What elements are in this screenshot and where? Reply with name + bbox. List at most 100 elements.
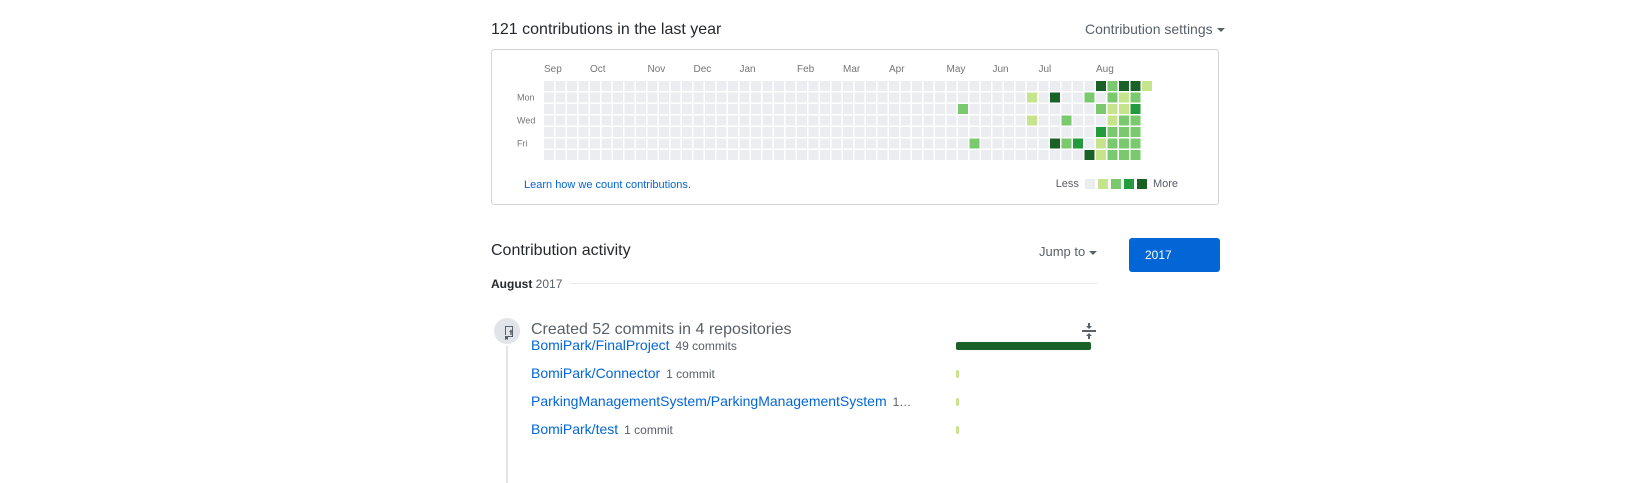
day-cell[interactable] xyxy=(1073,92,1083,103)
day-cell[interactable] xyxy=(1107,127,1118,137)
day-cell[interactable] xyxy=(693,138,704,149)
day-cell[interactable] xyxy=(1004,115,1014,126)
day-cell[interactable] xyxy=(1107,92,1118,103)
day-cell[interactable] xyxy=(601,104,612,114)
day-cell[interactable] xyxy=(544,104,554,114)
day-cell[interactable] xyxy=(624,127,635,137)
day-cell[interactable] xyxy=(555,138,566,149)
day-cell[interactable] xyxy=(992,92,1003,103)
day-cell[interactable] xyxy=(659,104,669,114)
day-cell[interactable] xyxy=(1038,127,1049,137)
day-cell[interactable] xyxy=(774,81,784,91)
day-cell[interactable] xyxy=(889,104,899,114)
day-cell[interactable] xyxy=(992,127,1003,137)
day-cell[interactable] xyxy=(1038,104,1049,114)
day-cell[interactable] xyxy=(567,138,577,149)
day-cell[interactable] xyxy=(1027,150,1037,160)
day-cell[interactable] xyxy=(1061,81,1072,91)
day-cell[interactable] xyxy=(992,150,1003,160)
day-cell[interactable] xyxy=(578,138,589,149)
day-cell[interactable] xyxy=(900,104,911,114)
day-cell[interactable] xyxy=(866,127,876,137)
day-cell[interactable] xyxy=(636,104,646,114)
day-cell[interactable] xyxy=(935,92,945,103)
day-cell[interactable] xyxy=(1142,81,1152,91)
day-cell[interactable] xyxy=(1084,127,1095,137)
repo-link[interactable]: ParkingManagementSystem/ParkingManagemen… xyxy=(531,393,887,409)
day-cell[interactable] xyxy=(866,138,876,149)
day-cell[interactable] xyxy=(877,150,888,160)
day-cell[interactable] xyxy=(647,92,658,103)
day-cell[interactable] xyxy=(751,127,761,137)
repo-link[interactable]: BomiPark/test xyxy=(531,421,618,437)
day-cell[interactable] xyxy=(1119,92,1129,103)
day-cell[interactable] xyxy=(728,81,738,91)
day-cell[interactable] xyxy=(992,138,1003,149)
day-cell[interactable] xyxy=(544,92,554,103)
day-cell[interactable] xyxy=(624,92,635,103)
day-cell[interactable] xyxy=(693,92,704,103)
day-cell[interactable] xyxy=(578,127,589,137)
day-cell[interactable] xyxy=(544,81,554,91)
contribution-settings-dropdown[interactable]: Contribution settings xyxy=(1085,21,1225,37)
day-cell[interactable] xyxy=(1027,104,1037,114)
day-cell[interactable] xyxy=(820,92,830,103)
day-cell[interactable] xyxy=(716,115,727,126)
day-cell[interactable] xyxy=(1107,150,1118,160)
day-cell[interactable] xyxy=(1015,115,1026,126)
day-cell[interactable] xyxy=(590,138,600,149)
day-cell[interactable] xyxy=(774,104,784,114)
day-cell[interactable] xyxy=(1038,150,1049,160)
day-cell[interactable] xyxy=(555,92,566,103)
day-cell[interactable] xyxy=(843,81,853,91)
day-cell[interactable] xyxy=(1119,115,1129,126)
day-cell[interactable] xyxy=(992,104,1003,114)
day-cell[interactable] xyxy=(877,92,888,103)
day-cell[interactable] xyxy=(670,104,681,114)
day-cell[interactable] xyxy=(1050,92,1060,103)
day-cell[interactable] xyxy=(923,127,934,137)
day-cell[interactable] xyxy=(1015,104,1026,114)
day-cell[interactable] xyxy=(866,104,876,114)
day-cell[interactable] xyxy=(751,138,761,149)
day-cell[interactable] xyxy=(1130,127,1141,137)
day-cell[interactable] xyxy=(1107,138,1118,149)
day-cell[interactable] xyxy=(1073,127,1083,137)
day-cell[interactable] xyxy=(1107,81,1118,91)
day-cell[interactable] xyxy=(1096,138,1106,149)
day-cell[interactable] xyxy=(1130,138,1141,149)
day-cell[interactable] xyxy=(1015,127,1026,137)
day-cell[interactable] xyxy=(923,150,934,160)
day-cell[interactable] xyxy=(728,115,738,126)
day-cell[interactable] xyxy=(705,104,715,114)
day-cell[interactable] xyxy=(785,127,796,137)
day-cell[interactable] xyxy=(877,104,888,114)
day-cell[interactable] xyxy=(877,115,888,126)
day-cell[interactable] xyxy=(682,81,692,91)
day-cell[interactable] xyxy=(1015,81,1026,91)
day-cell[interactable] xyxy=(624,150,635,160)
day-cell[interactable] xyxy=(1050,81,1060,91)
day-cell[interactable] xyxy=(797,150,807,160)
day-cell[interactable] xyxy=(900,115,911,126)
day-cell[interactable] xyxy=(969,81,980,91)
day-cell[interactable] xyxy=(567,104,577,114)
day-cell[interactable] xyxy=(1038,138,1049,149)
day-cell[interactable] xyxy=(555,150,566,160)
day-cell[interactable] xyxy=(981,104,991,114)
day-cell[interactable] xyxy=(900,138,911,149)
day-cell[interactable] xyxy=(992,81,1003,91)
day-cell[interactable] xyxy=(647,138,658,149)
day-cell[interactable] xyxy=(774,92,784,103)
day-cell[interactable] xyxy=(567,150,577,160)
day-cell[interactable] xyxy=(567,92,577,103)
day-cell[interactable] xyxy=(1073,138,1083,149)
day-cell[interactable] xyxy=(1073,104,1083,114)
day-cell[interactable] xyxy=(981,127,991,137)
day-cell[interactable] xyxy=(935,150,945,160)
day-cell[interactable] xyxy=(601,127,612,137)
day-cell[interactable] xyxy=(624,104,635,114)
day-cell[interactable] xyxy=(647,127,658,137)
day-cell[interactable] xyxy=(831,127,842,137)
day-cell[interactable] xyxy=(889,92,899,103)
